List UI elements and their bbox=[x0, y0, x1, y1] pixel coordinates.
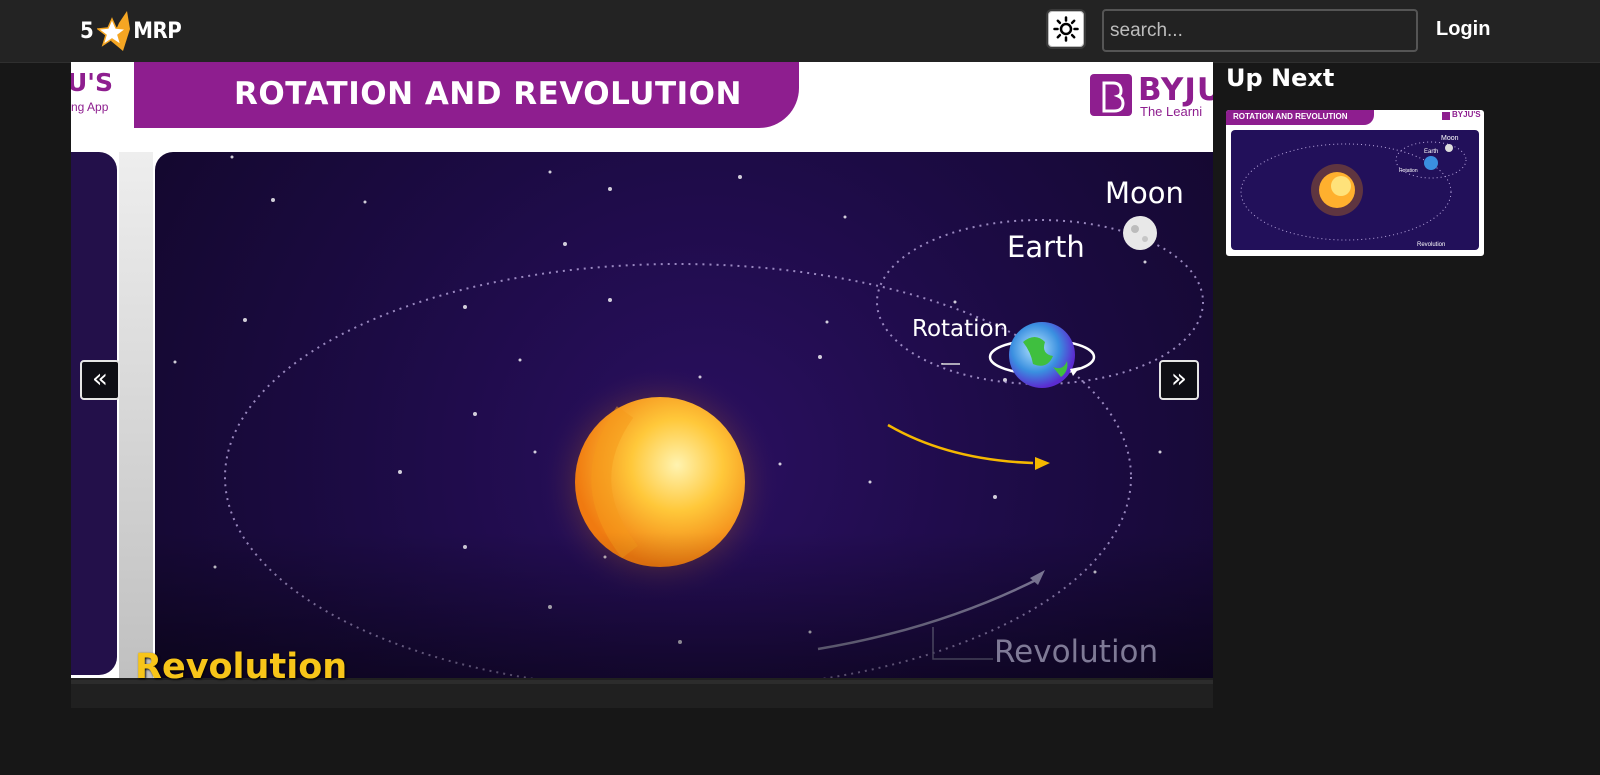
login-link[interactable]: Login bbox=[1436, 18, 1490, 41]
slide-title-bar: ROTATION AND REVOLUTION bbox=[134, 62, 799, 128]
moon bbox=[1123, 216, 1157, 250]
thumb-label-revolution: Revolution bbox=[1417, 242, 1445, 248]
thumb-label-rotation: Rotation bbox=[1399, 168, 1418, 174]
video-subtitle: Revolution bbox=[135, 647, 348, 687]
site-logo[interactable]: 5 MRP bbox=[80, 8, 182, 54]
thumb-title-bar: ROTATION AND REVOLUTION bbox=[1226, 110, 1374, 125]
solar-system-diagram: Moon Earth Rotation Revolution bbox=[155, 152, 1213, 707]
thumb-label-moon: Moon bbox=[1441, 135, 1459, 142]
thumb-title: ROTATION AND REVOLUTION bbox=[1233, 112, 1348, 121]
theme-toggle-button[interactable] bbox=[1046, 9, 1086, 49]
previous-slide-panel bbox=[71, 152, 117, 675]
video-player[interactable]: U'S ng App ROTATION AND REVOLUTION BYJU … bbox=[71, 62, 1213, 707]
diagram-label-revolution: Revolution bbox=[994, 634, 1158, 670]
thumb-diagram: Moon Earth Rotation Revolution bbox=[1231, 130, 1479, 250]
diagram-label-rotation: Rotation bbox=[912, 316, 1008, 342]
diagram-label-earth: Earth bbox=[1007, 230, 1085, 264]
slide-title: ROTATION AND REVOLUTION bbox=[234, 76, 742, 112]
sun-icon bbox=[1053, 16, 1079, 42]
previous-slide-button[interactable]: « bbox=[80, 360, 120, 400]
next-slide-button[interactable]: » bbox=[1159, 360, 1199, 400]
logo-number: 5 bbox=[80, 18, 94, 44]
brand-right-text: BYJU bbox=[1138, 72, 1213, 108]
thumb-brand: BYJU'S bbox=[1452, 110, 1481, 119]
slide-divider bbox=[119, 152, 153, 707]
up-next-video-thumbnail[interactable]: ROTATION AND REVOLUTION BYJU'S Moon Eart… bbox=[1226, 110, 1484, 256]
brand-left-subtext: ng App bbox=[71, 100, 109, 114]
logo-text: MRP bbox=[133, 18, 182, 44]
thumb-label-earth: Earth bbox=[1424, 149, 1438, 155]
top-navbar: 5 MRP Login bbox=[0, 0, 1600, 63]
up-next-heading: Up Next bbox=[1226, 64, 1335, 92]
star-icon bbox=[97, 11, 131, 51]
diagram-label-moon: Moon bbox=[1105, 176, 1184, 210]
brand-right-tagline: The Learni bbox=[1140, 104, 1203, 119]
brand-left-text: U'S bbox=[71, 68, 113, 97]
byjus-logo-icon bbox=[1090, 74, 1132, 116]
brand-logo-left: U'S ng App bbox=[71, 62, 121, 124]
search-input[interactable] bbox=[1102, 9, 1418, 52]
thumb-logo-icon bbox=[1442, 112, 1450, 120]
